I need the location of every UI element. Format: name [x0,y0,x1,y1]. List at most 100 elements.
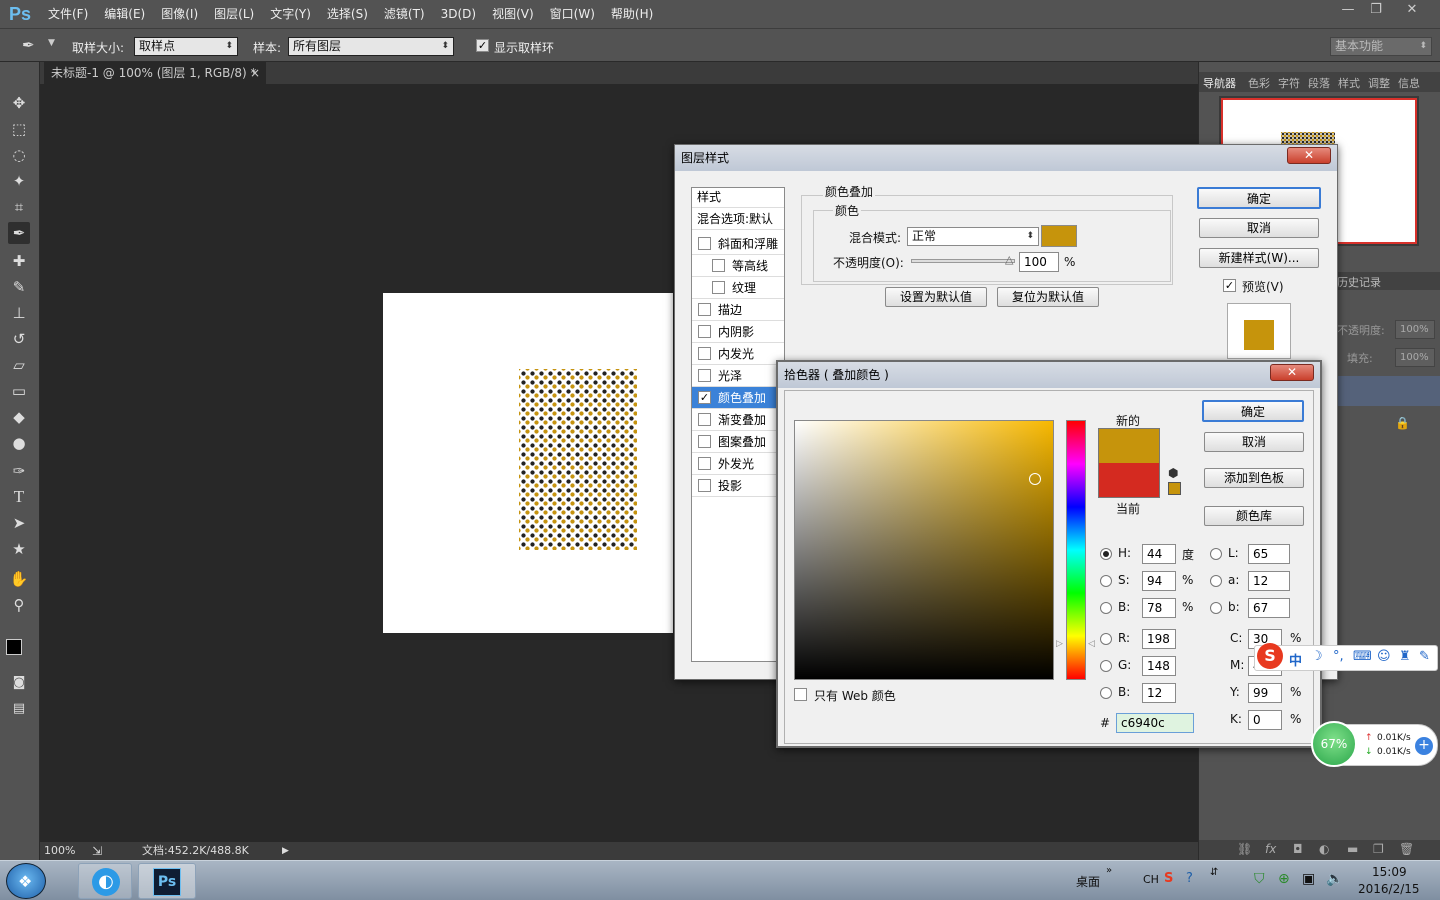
panel-tab[interactable]: 信息 [1398,75,1420,91]
style-item-checkbox[interactable]: ✓ [698,391,711,404]
marquee-tool-icon[interactable]: ⬚ [8,118,30,140]
minimize-button[interactable]: — [1334,0,1362,20]
hsb-radio[interactable] [1100,602,1112,614]
shield-icon[interactable]: ⛉ [1254,871,1265,887]
panel-tab[interactable]: 色彩 [1248,75,1270,91]
style-item[interactable]: 投影 [692,475,784,497]
style-item[interactable]: 斜面和浮雕 [692,233,784,255]
overlay-color-swatch[interactable] [1041,225,1077,247]
hue-left-arrow-icon[interactable]: ▷ [1056,639,1063,649]
half-width-icon[interactable]: ☽ [1311,649,1323,664]
preview-checkbox[interactable]: ✓ [1223,279,1236,292]
plus-icon[interactable]: + [1415,737,1433,755]
ime-options-icon[interactable]: ⇵ [1210,867,1218,878]
style-item-checkbox[interactable] [698,369,711,382]
hsb-radio[interactable] [1100,575,1112,587]
security-icon[interactable]: ⊕ [1278,871,1290,887]
rgb-radio[interactable] [1100,687,1112,699]
saturation-brightness-field[interactable] [794,420,1054,680]
workspace-select[interactable]: 基本功能 ⬍ [1330,37,1432,56]
style-item[interactable]: 外发光 [692,453,784,475]
hsb-radio[interactable] [1100,548,1112,560]
sample-size-select[interactable]: 取样点 ⬍ [134,37,238,56]
new-layer-icon[interactable]: ❐ [1373,842,1384,856]
user-icon[interactable]: ☺ [1377,649,1391,664]
lab-radio[interactable] [1210,575,1222,587]
healing-brush-icon[interactable]: ✚ [8,250,30,272]
rgb-radio[interactable] [1100,660,1112,672]
brush-tool-icon[interactable]: ✎ [8,276,30,298]
style-item[interactable]: 纹理 [692,277,784,299]
style-item[interactable]: 光泽 [692,365,784,387]
start-button[interactable]: ❖ [6,863,46,899]
panel-tab[interactable]: 段落 [1308,75,1330,91]
skin-icon[interactable]: ♜ [1399,649,1411,664]
rgb-radio[interactable] [1100,633,1112,645]
menu-item[interactable]: 文字(Y) [262,0,319,28]
lab-input[interactable]: 67 [1248,598,1290,618]
style-item-checkbox[interactable] [698,457,711,470]
style-item-checkbox[interactable] [698,325,711,338]
hue-right-arrow-icon[interactable]: ◁ [1088,639,1095,649]
quick-mask-icon[interactable]: ◙ [8,672,30,694]
current-color-swatch[interactable] [1099,463,1159,497]
input-language[interactable]: CH [1143,873,1159,886]
reset-default-button[interactable]: 复位为默认值 [997,287,1099,307]
restore-button[interactable]: ❐ [1362,0,1390,20]
desktop-label[interactable]: 桌面 [1076,873,1100,890]
status-menu-arrow-icon[interactable]: ▶ [282,842,289,860]
style-item-checkbox[interactable] [712,281,725,294]
eyedropper-tool-icon[interactable]: ✒ [8,222,30,244]
panel-tab[interactable]: 字符 [1278,75,1300,91]
color-picker-close-button[interactable]: ✕ [1270,364,1314,381]
foreground-color-swatch[interactable] [6,639,22,655]
zoom-tool-icon[interactable]: ⚲ [8,594,30,616]
menu-item[interactable]: 图层(L) [206,0,262,28]
style-item[interactable]: 内发光 [692,343,784,365]
panel-tab[interactable]: 样式 [1338,75,1360,91]
memory-percent[interactable]: 67% [1311,721,1357,767]
menu-item[interactable]: 图像(I) [153,0,206,28]
fx-icon[interactable]: fx [1265,842,1276,856]
pen-tool-icon[interactable]: ✑ [8,460,30,482]
panel-tab[interactable]: 导航器 [1203,75,1236,91]
taskbar-browser[interactable]: ◐ [78,863,132,899]
menu-item[interactable]: 滤镜(T) [376,0,433,28]
slider-thumb-icon[interactable]: △ [1005,253,1013,266]
clock-date[interactable]: 2016/2/15 [1358,882,1420,896]
cmyk-input[interactable]: 0 [1248,710,1282,730]
lab-input[interactable]: 12 [1248,571,1290,591]
set-default-button[interactable]: 设置为默认值 [885,287,987,307]
add-to-swatches-button[interactable]: 添加到色板 [1204,468,1304,488]
history-tab[interactable]: 历史记录 [1337,274,1381,290]
layer-style-cancel-button[interactable]: 取消 [1199,218,1319,238]
menu-item[interactable]: 帮助(H) [603,0,661,28]
panel-tab[interactable]: 调整 [1368,75,1390,91]
path-selection-icon[interactable]: ➤ [8,512,30,534]
layer-style-close-button[interactable]: ✕ [1287,147,1331,164]
opacity-input[interactable]: 100 [1019,252,1059,272]
style-item-checkbox[interactable] [698,413,711,426]
history-brush-icon[interactable]: ↺ [8,328,30,350]
menu-item[interactable]: 窗口(W) [542,0,603,28]
gradient-tool-icon[interactable]: ▭ [8,380,30,402]
style-item[interactable]: ✓ 颜色叠加 [692,387,784,409]
blur-tool-icon[interactable]: ◆ [8,406,30,428]
blending-options-item[interactable]: 混合选项:默认 [692,208,784,230]
wrench-icon[interactable]: ✎ [1419,649,1430,664]
tab-close-icon[interactable]: × [250,62,260,84]
menu-item[interactable]: 3D(D) [433,0,484,28]
taskbar-photoshop[interactable]: Ps [138,863,196,899]
close-window-button[interactable]: ✕ [1398,0,1426,20]
gamut-swatch[interactable] [1168,482,1181,495]
hsb-input[interactable]: 44 [1142,544,1176,564]
hand-tool-icon[interactable]: ✋ [8,568,30,590]
adjustment-icon[interactable]: ◐ [1319,842,1329,856]
menu-item[interactable]: 选择(S) [319,0,376,28]
network-widget[interactable]: 67% ↑ 0.01K/s ↓ 0.01K/s + [1311,721,1438,767]
shape-tool-icon[interactable]: ★ [8,538,30,560]
cmyk-input[interactable]: 99 [1248,683,1282,703]
zoom-level[interactable]: 100% [44,842,75,860]
lab-radio[interactable] [1210,602,1222,614]
sogou-logo-icon[interactable]: S [1257,643,1283,669]
